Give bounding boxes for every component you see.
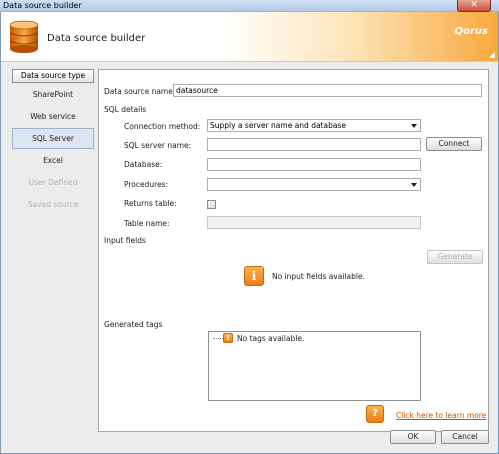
- connection-method-value: Supply a server name and database: [210, 121, 346, 130]
- resize-grip-icon: [489, 52, 495, 58]
- title-bar: Data source builder ✕: [0, 0, 499, 12]
- data-source-name-input[interactable]: datasource: [173, 84, 482, 97]
- sidebar-item-sharepoint[interactable]: SharePoint: [12, 84, 94, 106]
- chevron-down-icon: [411, 124, 417, 128]
- database-icon: [9, 20, 39, 53]
- sidebar-item-excel[interactable]: Excel: [12, 150, 94, 172]
- returns-table-checkbox[interactable]: [207, 200, 216, 209]
- connection-method-label: Connection method:: [124, 122, 201, 131]
- sidebar-item-web-service[interactable]: Web service: [12, 106, 94, 128]
- database-input[interactable]: [207, 158, 421, 171]
- table-name-label: Table name:: [124, 219, 170, 228]
- close-icon: ✕: [470, 0, 478, 10]
- data-source-type-sidebar: Data source type SharePoint Web service …: [12, 69, 94, 229]
- procedures-select[interactable]: [207, 178, 421, 191]
- sidebar-item-sql-server[interactable]: SQL Server: [12, 127, 94, 149]
- ok-button[interactable]: OK: [390, 430, 436, 444]
- brand-logo: Qorus: [454, 26, 488, 37]
- sql-server-name-label: SQL server name:: [124, 141, 192, 150]
- connect-button[interactable]: Connect: [426, 137, 482, 151]
- generated-tags-tree[interactable]: i No tags available.: [208, 331, 421, 401]
- generate-button: Generate: [427, 250, 483, 264]
- info-icon: i: [223, 333, 233, 343]
- sql-details-heading: SQL details: [104, 105, 147, 114]
- tree-connector: [213, 338, 223, 339]
- header-title: Data source builder: [47, 33, 146, 44]
- sidebar-item-saved-source: Saved source: [27, 199, 79, 209]
- window-title: Data source builder: [3, 1, 82, 10]
- info-icon: i: [244, 266, 264, 286]
- cancel-button[interactable]: Cancel: [441, 430, 489, 444]
- learn-more-link[interactable]: Click here to learn more: [396, 411, 486, 420]
- dialog-header: Data source builder Qorus: [1, 12, 498, 62]
- generated-tags-heading: Generated tags: [104, 320, 163, 329]
- sidebar-item-user-defined: User Defined: [28, 177, 78, 187]
- details-panel: Data source name: datasource SQL details…: [98, 69, 489, 432]
- sql-server-name-input[interactable]: [207, 138, 421, 151]
- no-tags-message: No tags available.: [237, 334, 305, 343]
- returns-table-label: Returns table:: [124, 199, 177, 208]
- close-button[interactable]: ✕: [457, 0, 491, 12]
- procedures-label: Procedures:: [124, 180, 169, 189]
- sidebar-header: Data source type: [12, 69, 94, 83]
- no-input-fields-message: No input fields available.: [272, 272, 365, 281]
- connection-method-select[interactable]: Supply a server name and database: [207, 119, 421, 132]
- dialog: Data source builder Qorus Data source ty…: [0, 12, 499, 454]
- table-name-input: [207, 216, 421, 229]
- database-label: Database:: [124, 160, 163, 169]
- data-source-name-label: Data source name:: [104, 87, 176, 96]
- chevron-down-icon: [411, 183, 417, 187]
- help-icon[interactable]: ?: [366, 405, 384, 423]
- input-fields-heading: Input fields: [104, 236, 146, 245]
